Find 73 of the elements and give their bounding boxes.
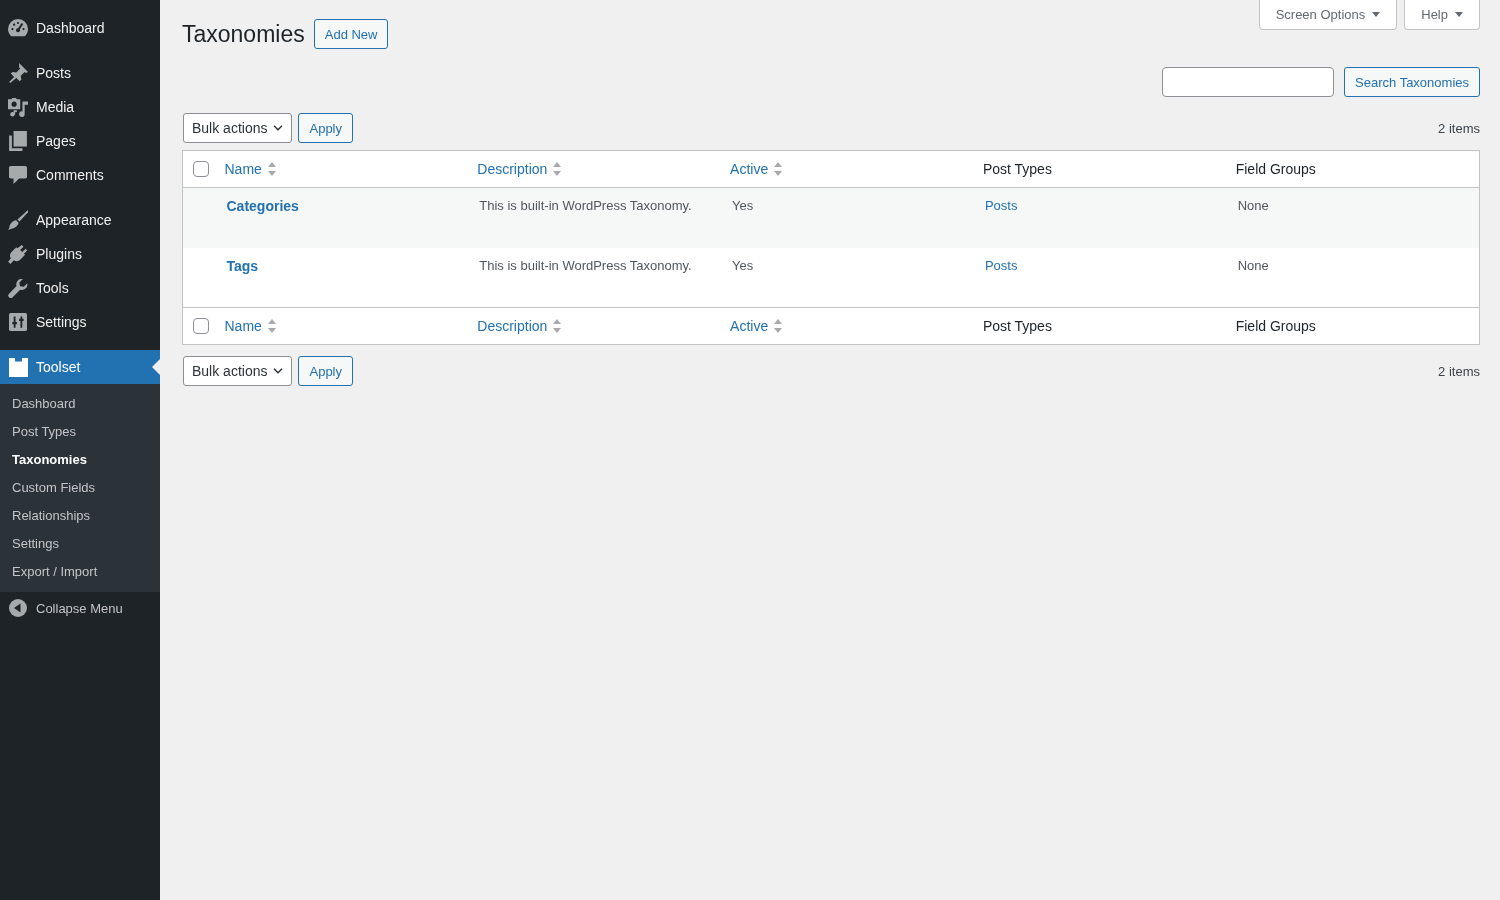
bulk-actions-select[interactable]: Bulk actions (183, 356, 293, 386)
submenu-item[interactable]: Dashboard (0, 390, 160, 418)
search-field[interactable] (1162, 67, 1335, 97)
submenu-item[interactable]: Taxonomies (0, 446, 160, 474)
screen-meta-tab[interactable]: Help (1404, 0, 1480, 30)
speech-bubble-icon (9, 166, 27, 184)
sort-icon (267, 162, 276, 176)
wrench-icon (8, 278, 28, 298)
column-header: Post Types (982, 161, 1052, 177)
column-header: Field Groups (1235, 161, 1316, 177)
submenu-item[interactable]: Export / Import (0, 558, 160, 586)
column-header: Field Groups (1235, 318, 1316, 334)
submenu-item[interactable]: Settings (0, 530, 160, 558)
menu-item[interactable]: Comments (0, 158, 160, 192)
menu-item[interactable]: Tools (0, 271, 160, 305)
menu-item[interactable]: Toolset (0, 350, 160, 384)
circle-arrow-left-icon (9, 599, 27, 617)
menu-item[interactable]: Dashboard (0, 11, 160, 45)
search-button[interactable]: Search Taxonomies (1344, 67, 1480, 97)
table-cell: This is built-in WordPress Taxonomy. (468, 247, 722, 308)
pages-icon (9, 131, 27, 151)
apply-button[interactable]: Apply (298, 356, 353, 386)
column-header-link[interactable]: Description (477, 318, 562, 334)
menu-item[interactable]: Appearance (0, 203, 160, 237)
apply-button[interactable]: Apply (298, 113, 353, 143)
plug-icon (8, 244, 28, 264)
submenu-item[interactable]: Custom Fields (0, 474, 160, 502)
sort-icon (553, 162, 562, 176)
caret-down-icon (1455, 12, 1463, 17)
caret-down-icon (1372, 12, 1381, 17)
column-header-link[interactable]: Active (730, 318, 783, 334)
table-cell: This is built-in WordPress Taxonomy. (468, 187, 722, 248)
menu-item[interactable]: Posts (0, 56, 160, 90)
menu-item[interactable]: Pages (0, 124, 160, 158)
sort-icon (553, 319, 562, 333)
column-header-link[interactable]: Name (224, 161, 276, 177)
column-header-link[interactable]: Description (477, 161, 562, 177)
column-header-link[interactable]: Active (730, 161, 783, 177)
sort-icon (774, 162, 783, 176)
chevron-down-icon (273, 368, 284, 374)
menu-item[interactable]: Plugins (0, 237, 160, 271)
table-cell: None (1226, 247, 1480, 308)
taxonomy-name-link[interactable]: Categories (226, 198, 299, 214)
post-type-link[interactable]: Posts (984, 198, 1018, 213)
table-cell: Yes (721, 187, 974, 248)
sliders-icon (9, 313, 27, 331)
submenu-item[interactable]: Relationships (0, 502, 160, 530)
item-count: 2 items (1438, 363, 1480, 379)
paintbrush-icon (8, 210, 28, 230)
table-cell: Yes (721, 247, 974, 308)
taxonomy-name-link[interactable]: Tags (226, 257, 259, 274)
checkbox[interactable] (193, 318, 209, 334)
page-title: Taxonomies (182, 20, 305, 49)
pushpin-icon (8, 63, 28, 83)
triangle-icon (152, 359, 160, 375)
submenu-item[interactable]: Post Types (0, 418, 160, 446)
post-type-link[interactable]: Posts (984, 257, 1018, 273)
camera-note-icon (8, 97, 28, 117)
brick-icon (8, 357, 28, 377)
column-header-link[interactable]: Name (224, 318, 276, 334)
menu-item[interactable]: Settings (0, 305, 160, 339)
screen-meta-tab[interactable]: Screen Options (1258, 0, 1398, 30)
chevron-down-icon (273, 125, 284, 131)
table-cell: None (1226, 187, 1480, 248)
sort-icon (267, 319, 276, 333)
column-header: Post Types (982, 318, 1052, 334)
add-new-button[interactable]: Add New (313, 19, 389, 49)
menu-item[interactable]: Media (0, 90, 160, 124)
gauge-icon (8, 19, 28, 37)
bulk-actions-select[interactable]: Bulk actions (183, 113, 293, 143)
checkbox[interactable] (193, 161, 209, 177)
item-count: 2 items (1438, 120, 1480, 136)
sort-icon (774, 319, 783, 333)
